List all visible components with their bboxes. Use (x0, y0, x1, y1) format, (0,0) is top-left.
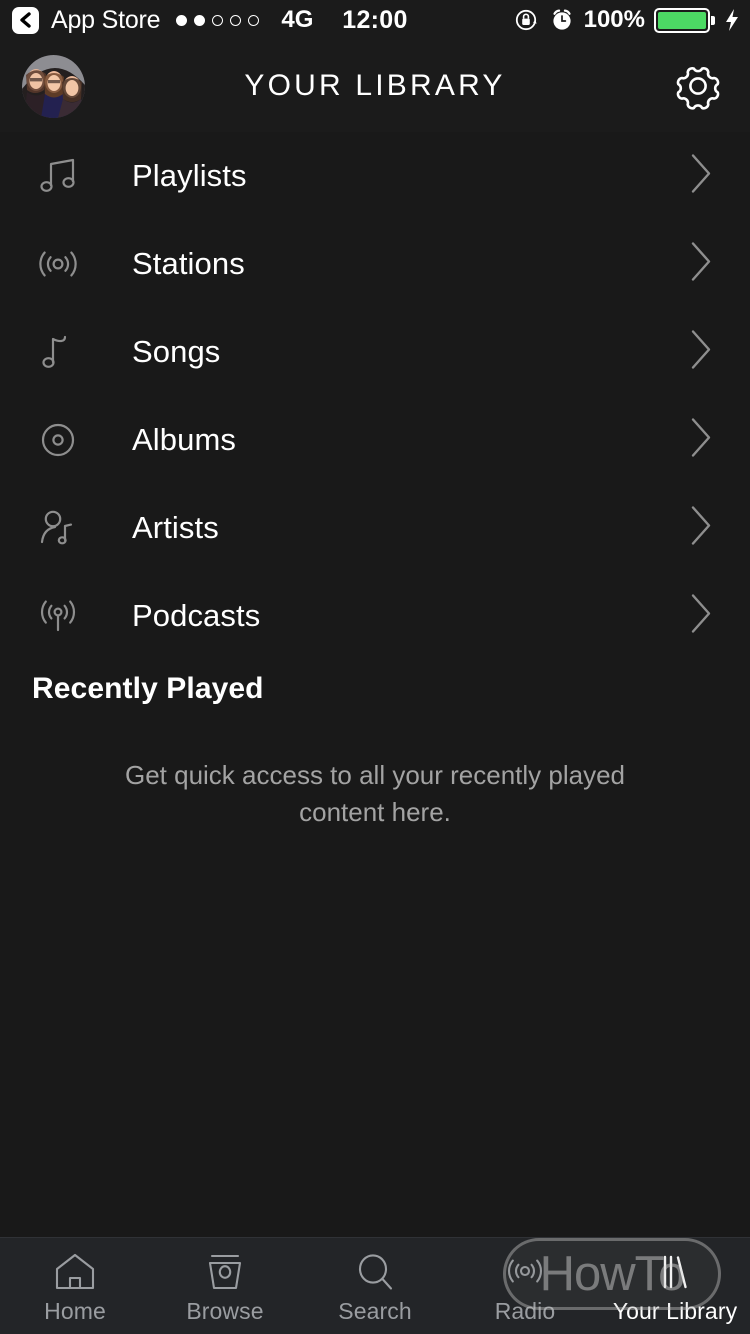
page-title: YOUR LIBRARY (244, 69, 506, 102)
podcast-broadcast-icon (22, 592, 94, 640)
artist-person-note-icon (22, 504, 94, 552)
bottom-navigation-bar: Home Browse Search Radio Your Library (0, 1237, 750, 1334)
sidebar-item-label: Stations (132, 246, 245, 281)
sidebar-item-label: Artists (132, 510, 219, 545)
status-bar: App Store 4G 12:00 100% (0, 0, 750, 40)
recently-played-empty-message: Get quick access to all your recently pl… (124, 760, 626, 827)
sidebar-item-podcasts[interactable]: Podcasts (0, 572, 750, 660)
tab-label: Home (44, 1298, 106, 1324)
library-list: Playlists Stations Songs Albums Artists … (0, 132, 750, 660)
tab-label: Search (338, 1298, 412, 1324)
radio-icon (502, 1247, 548, 1293)
sidebar-item-stations[interactable]: Stations (0, 220, 750, 308)
chevron-right-icon (688, 592, 714, 641)
gear-icon (676, 67, 720, 110)
rotation-lock-icon (515, 9, 537, 31)
sidebar-item-albums[interactable]: Albums (0, 396, 750, 484)
home-icon (52, 1247, 98, 1293)
tab-browse[interactable]: Browse (150, 1238, 300, 1334)
tab-label: Browse (186, 1298, 264, 1324)
sidebar-item-artists[interactable]: Artists (0, 484, 750, 572)
tab-your-library[interactable]: Your Library (600, 1238, 750, 1334)
chevron-right-icon (688, 504, 714, 553)
disc-icon (22, 416, 94, 464)
chevron-right-icon (688, 416, 714, 465)
sidebar-item-playlists[interactable]: Playlists (0, 132, 750, 220)
tab-label: Your Library (612, 1298, 738, 1324)
chevron-right-icon (688, 240, 714, 289)
double-music-note-icon (22, 152, 94, 200)
chevron-right-icon (688, 328, 714, 377)
sidebar-item-label: Albums (132, 422, 236, 457)
battery-indicator (654, 7, 715, 33)
sidebar-item-label: Podcasts (132, 598, 261, 633)
tab-search[interactable]: Search (300, 1238, 450, 1334)
battery-percentage-label: 100% (583, 6, 645, 33)
recently-played-title: Recently Played (32, 672, 264, 705)
single-music-note-icon (22, 328, 94, 376)
battery-fill (658, 11, 706, 29)
browse-icon (202, 1247, 248, 1293)
radio-waves-icon (22, 240, 94, 288)
app-header: YOUR LIBRARY (0, 40, 750, 132)
battery-body (654, 7, 710, 33)
library-icon (652, 1247, 698, 1293)
settings-button[interactable] (674, 62, 722, 110)
tab-label: Radio (494, 1298, 556, 1324)
search-icon (352, 1247, 398, 1293)
sidebar-item-songs[interactable]: Songs (0, 308, 750, 396)
tab-home[interactable]: Home (0, 1238, 150, 1334)
spotify-your-library-screen: App Store 4G 12:00 100% YOUR LIBRARY Pla… (0, 0, 750, 1334)
chevron-right-icon (688, 152, 714, 201)
tab-radio[interactable]: Radio (450, 1238, 600, 1334)
alarm-clock-icon (553, 9, 571, 30)
lightning-bolt-icon (726, 9, 738, 31)
sidebar-item-label: Songs (132, 334, 221, 369)
status-bar-right: 100% (514, 0, 740, 40)
battery-nub (711, 15, 715, 25)
sidebar-item-label: Playlists (132, 158, 247, 193)
